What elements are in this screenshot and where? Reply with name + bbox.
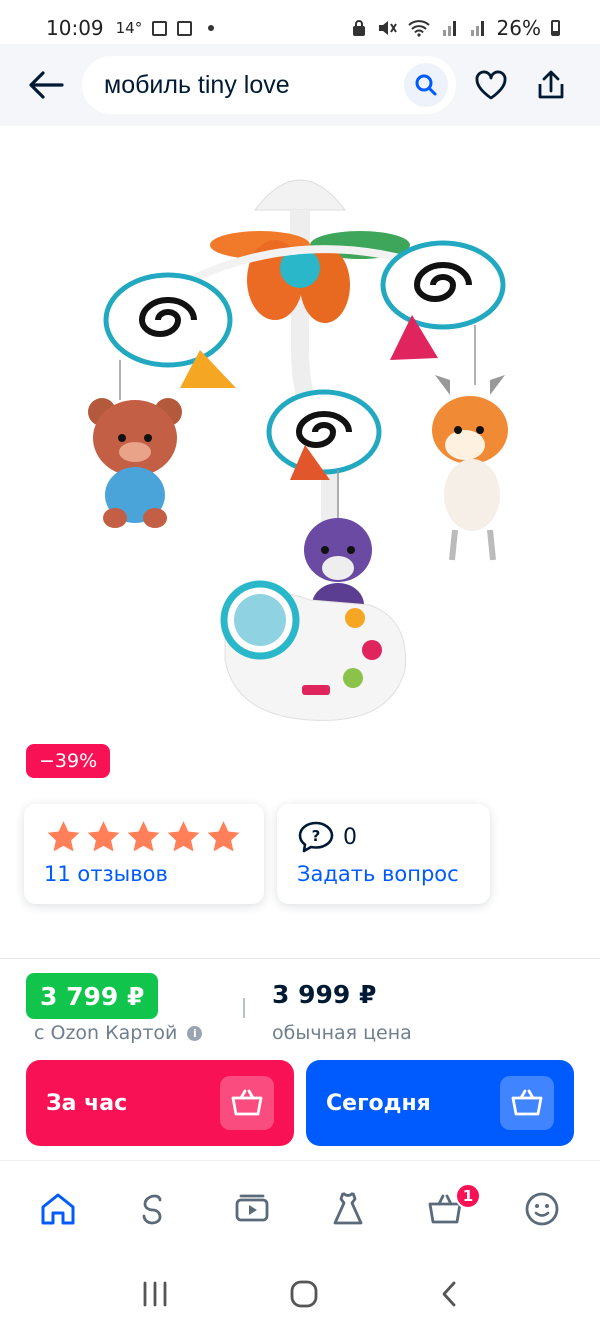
cart-icon-box (500, 1076, 554, 1130)
arrow-left-icon (29, 71, 64, 99)
lock-icon (352, 20, 365, 36)
ozon-card-label-text: с Ozon Картой (34, 1022, 178, 1044)
profile-face-icon (525, 1192, 559, 1225)
divider (0, 958, 600, 959)
home-circle-icon[interactable] (289, 1279, 319, 1309)
mute-icon (378, 21, 397, 35)
battery-percent: 26% (496, 16, 541, 40)
battery-icon (551, 20, 560, 36)
home-icon (41, 1193, 75, 1224)
signal-icon (442, 21, 456, 36)
status-temperature: 14° (115, 19, 143, 37)
search-header: мобиль tiny love (0, 44, 600, 126)
gallery-icon (152, 20, 168, 36)
dress-icon (333, 1191, 363, 1224)
buy-today-button[interactable]: Сегодня (306, 1060, 574, 1146)
star-icon (47, 821, 80, 852)
questions-count: 0 (343, 824, 357, 850)
reviews-card[interactable]: 11 отзывов (24, 804, 264, 904)
recent-apps-icon[interactable] (140, 1280, 170, 1308)
share-icon (538, 70, 564, 99)
status-left: 10:09 14° (46, 16, 215, 40)
swirl-icon (142, 1194, 162, 1224)
share-button[interactable] (526, 60, 576, 110)
price-separator (243, 998, 245, 1018)
discount-badge: −39% (26, 744, 111, 778)
regular-price-label: обычная цена (272, 1022, 412, 1044)
search-input[interactable]: мобиль tiny love (82, 56, 456, 114)
screenshot-icon (177, 20, 193, 36)
question-bubble-icon: ? (298, 821, 334, 853)
system-navigation (0, 1256, 600, 1332)
questions-row: ? 0 (297, 820, 357, 854)
cart-icon-box (220, 1076, 274, 1130)
star-icon (207, 821, 240, 852)
questions-card[interactable]: ? 0 Задать вопрос (277, 804, 490, 904)
nav-home[interactable] (28, 1179, 88, 1239)
status-time: 10:09 (46, 16, 104, 40)
basket-icon (231, 1089, 263, 1116)
ozon-card-price: 3 799 ₽ (26, 973, 159, 1019)
nav-fashion[interactable] (318, 1179, 378, 1239)
bottom-navigation: 1 (0, 1160, 600, 1256)
wifi-icon (407, 20, 430, 37)
product-screen: 10:09 14° 26% мобиль tiny love −39% 11 о… (0, 0, 600, 1332)
notification-dot-icon (208, 25, 215, 31)
basket-icon (511, 1089, 543, 1116)
reviews-link[interactable]: 11 отзывов (44, 862, 168, 886)
buy-within-hour-button[interactable]: За час (26, 1060, 294, 1146)
favorite-button[interactable] (466, 60, 516, 110)
regular-price: 3 999 ₽ (272, 980, 377, 1009)
ozon-card-label: с Ozon Картой i (34, 1022, 203, 1044)
search-query: мобиль tiny love (104, 70, 290, 99)
star-icon (127, 821, 160, 852)
star-icon (87, 821, 120, 852)
ask-question-link[interactable]: Задать вопрос (297, 862, 459, 886)
signal-icon-2 (470, 21, 484, 36)
rating-stars (44, 818, 243, 856)
svg-text:?: ? (312, 827, 321, 845)
star-icon (167, 821, 200, 852)
nav-cart[interactable]: 1 (415, 1179, 481, 1239)
cart-count-badge: 1 (454, 1182, 481, 1209)
search-button[interactable] (404, 63, 448, 107)
buy-today-label: Сегодня (326, 1090, 431, 1116)
back-chevron-icon[interactable] (438, 1279, 460, 1309)
nav-fresh[interactable] (125, 1179, 185, 1239)
buy-within-hour-label: За час (46, 1090, 128, 1116)
info-icon[interactable]: i (187, 1025, 203, 1041)
heart-icon (475, 70, 507, 100)
nav-profile[interactable] (512, 1179, 572, 1239)
back-button[interactable] (24, 63, 68, 107)
nav-video[interactable] (222, 1179, 282, 1239)
video-icon (235, 1194, 269, 1221)
status-right: 26% (351, 16, 560, 40)
product-image[interactable] (60, 150, 540, 730)
search-icon (415, 74, 437, 96)
